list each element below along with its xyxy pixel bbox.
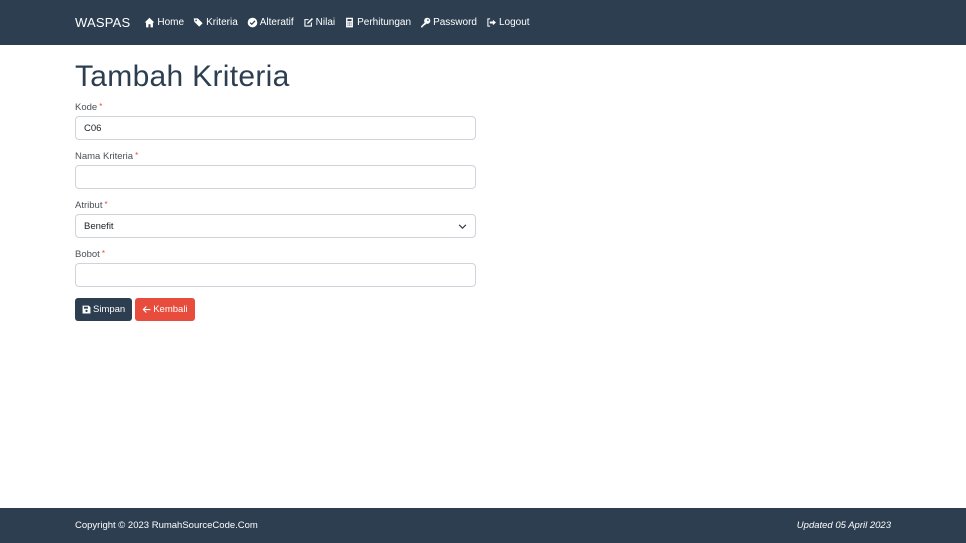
main-content: Tambah Kriteria Kode * C06 Nama Kriteria *…	[75, 60, 476, 321]
bobot-label: Bobot *	[75, 249, 476, 260]
navbar: WASPAS Home Kriteria Alteratif Nilai Per…	[0, 0, 966, 45]
calculator-icon	[346, 17, 354, 28]
nav-item-label: Nilai	[315, 17, 336, 28]
kode-input[interactable]: C06	[75, 116, 476, 140]
nav-item-label: Password	[433, 17, 477, 28]
updated-text: Updated 05 April 2023	[796, 520, 891, 531]
logout-icon	[487, 18, 496, 27]
nav-item-perhitungan[interactable]: Perhitungan	[344, 17, 411, 28]
save-button[interactable]: Simpan	[75, 298, 133, 321]
form-actions: Simpan Kembali	[75, 298, 476, 321]
atribut-label: Atribut *	[75, 200, 476, 211]
required-mark: *	[99, 102, 103, 111]
home-icon	[145, 17, 155, 28]
required-mark: *	[104, 200, 108, 209]
nav-item-password[interactable]: Password	[420, 17, 477, 28]
save-button-label: Simpan	[93, 304, 126, 315]
check-circle-icon	[247, 17, 258, 28]
kode-label: Kode *	[75, 102, 476, 113]
footer: Copyright © 2023 RumahSourceCode.Com Upd…	[0, 508, 966, 543]
kode-group: Kode * C06	[75, 102, 476, 140]
chevron-down-icon	[458, 223, 467, 229]
kode-label-text: Kode	[75, 102, 98, 113]
nav-item-label: Alteratif	[259, 17, 294, 28]
bobot-label-text: Bobot	[75, 249, 100, 260]
atribut-label-text: Atribut	[75, 200, 103, 211]
atribut-selected-value: Benefit	[84, 220, 114, 232]
kode-input-value: C06	[84, 122, 102, 134]
required-mark: *	[101, 249, 105, 258]
nav-menu: Home Kriteria Alteratif Nilai Perhitunga…	[144, 17, 538, 28]
nav-item-kriteria[interactable]: Kriteria	[193, 17, 238, 28]
nav-item-nilai[interactable]: Nilai	[303, 17, 335, 28]
atribut-select[interactable]: Benefit	[75, 214, 476, 238]
nav-item-label: Perhitungan	[357, 17, 412, 28]
required-mark: *	[135, 151, 139, 160]
brand-link[interactable]: WASPAS	[75, 15, 130, 30]
back-button-label: Kembali	[153, 304, 188, 315]
back-button[interactable]: Kembali	[135, 298, 195, 321]
save-icon	[82, 305, 91, 314]
nama-kriteria-input[interactable]	[75, 165, 476, 189]
nama-kriteria-label-text: Nama Kriteria	[75, 151, 134, 162]
nav-item-label: Kriteria	[206, 17, 238, 28]
arrow-left-icon	[142, 306, 151, 313]
nav-item-label: Logout	[498, 17, 530, 28]
bobot-group: Bobot *	[75, 249, 476, 287]
nama-kriteria-label: Nama Kriteria *	[75, 151, 476, 162]
nama-kriteria-group: Nama Kriteria *	[75, 151, 476, 189]
nav-item-logout[interactable]: Logout	[486, 17, 530, 28]
page-title: Tambah Kriteria	[75, 60, 290, 93]
copyright-text: Copyright © 2023 RumahSourceCode.Com	[75, 520, 258, 531]
edit-icon	[304, 18, 313, 27]
nav-item-home[interactable]: Home	[144, 17, 184, 28]
bobot-input[interactable]	[75, 263, 476, 287]
nav-item-alteratif[interactable]: Alteratif	[247, 17, 294, 28]
key-icon	[421, 17, 431, 28]
atribut-group: Atribut * Benefit	[75, 200, 476, 238]
nav-item-label: Home	[157, 17, 185, 28]
tags-icon	[193, 18, 203, 27]
